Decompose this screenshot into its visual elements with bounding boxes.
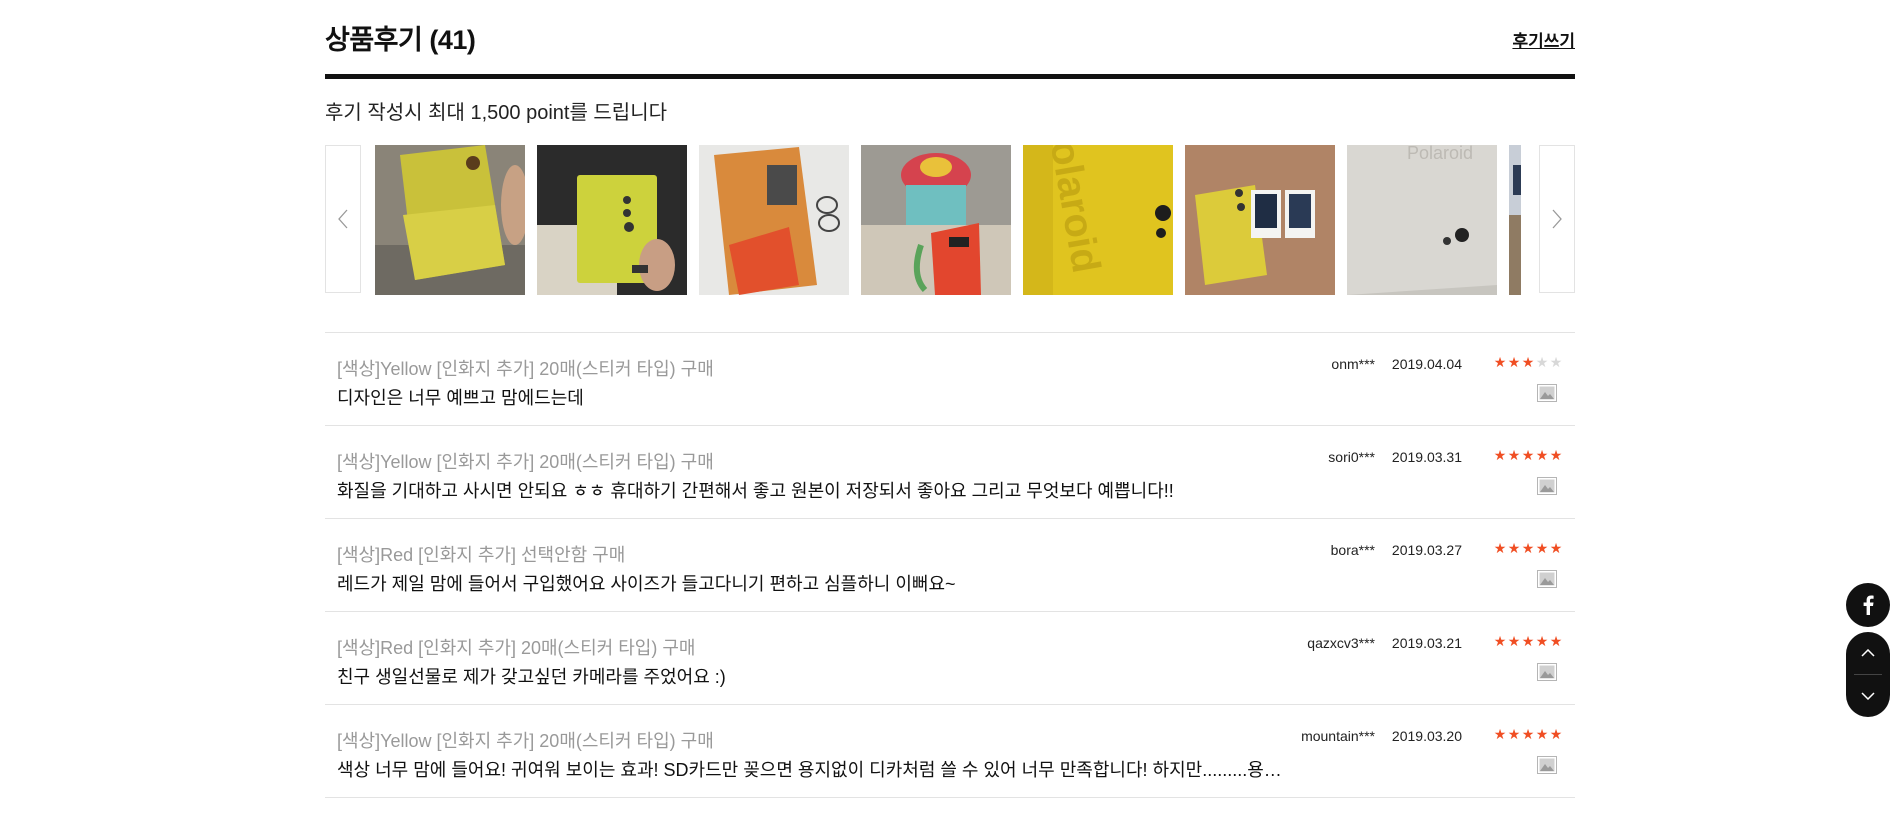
star-filled-icon: ★ — [1521, 540, 1535, 556]
star-filled-icon: ★ — [1521, 447, 1535, 463]
review-date: 2019.03.27 — [1391, 542, 1462, 558]
review-rating: ★★★★★ — [1493, 354, 1563, 370]
gallery-prev-button[interactable] — [325, 145, 361, 293]
photo-attached-icon — [1537, 663, 1557, 681]
review-row[interactable]: [색상]Yellow [인화지 추가] 20매(스티커 타입) 구매디자인은 너… — [325, 333, 1575, 426]
write-review-link[interactable]: 후기쓰기 — [1512, 27, 1575, 52]
star-filled-icon: ★ — [1549, 633, 1563, 649]
gallery-thumbnails: Polaroid Polaroid — [375, 145, 1521, 295]
review-title: 상품후기 (41) — [325, 25, 476, 55]
review-text: 친구 생일선물로 제가 갖고싶던 카메라를 주었어요 :) — [337, 667, 726, 687]
gallery-next-button[interactable] — [1539, 145, 1575, 293]
review-author: qazxcv3*** — [1307, 635, 1375, 651]
review-author: mountain*** — [1301, 728, 1375, 744]
review-list: [색상]Yellow [인화지 추가] 20매(스티커 타입) 구매디자인은 너… — [325, 332, 1575, 798]
review-rating: ★★★★★ — [1493, 447, 1563, 463]
review-section: 상품후기 (41) 후기쓰기 후기 작성시 최대 1,500 point를 드립… — [325, 0, 1575, 295]
review-option: [색상]Yellow [인화지 추가] 20매(스티커 타입) 구매 — [337, 731, 714, 751]
review-row[interactable]: [색상]Red [인화지 추가] 선택안함 구매레드가 제일 맘에 들어서 구입… — [325, 519, 1575, 612]
star-filled-icon: ★ — [1493, 633, 1507, 649]
photo-attached-icon — [1537, 570, 1557, 588]
star-filled-icon: ★ — [1535, 540, 1549, 556]
review-row[interactable]: [색상]Yellow [인화지 추가] 20매(스티커 타입) 구매화질을 기대… — [325, 426, 1575, 519]
facebook-icon — [1863, 595, 1874, 615]
review-rating: ★★★★★ — [1493, 540, 1563, 556]
review-text: 디자인은 너무 예쁘고 맘에드는데 — [337, 388, 584, 408]
scroll-bottom-button[interactable] — [1846, 675, 1890, 717]
star-filled-icon: ★ — [1521, 726, 1535, 742]
photo-gallery: Polaroid Polaroid — [325, 145, 1575, 295]
chevron-up-icon — [1861, 649, 1875, 657]
star-filled-icon: ★ — [1507, 726, 1521, 742]
review-header: 상품후기 (41) 후기쓰기 — [325, 0, 1575, 79]
star-filled-icon: ★ — [1549, 447, 1563, 463]
facebook-share-button[interactable] — [1846, 583, 1890, 627]
star-filled-icon: ★ — [1507, 354, 1521, 370]
review-text: 화질을 기대하고 사시면 안되요 ㅎㅎ 휴대하기 간편해서 좋고 원본이 저장되… — [337, 481, 1174, 501]
review-photo-thumbnail[interactable] — [537, 145, 687, 295]
star-filled-icon: ★ — [1493, 726, 1507, 742]
star-filled-icon: ★ — [1507, 633, 1521, 649]
review-photo-thumbnail[interactable] — [861, 145, 1011, 295]
review-option: [색상]Yellow [인화지 추가] 20매(스티커 타입) 구매 — [337, 359, 714, 379]
star-filled-icon: ★ — [1521, 354, 1535, 370]
star-empty-icon: ★ — [1549, 354, 1563, 370]
star-filled-icon: ★ — [1507, 540, 1521, 556]
review-date: 2019.03.31 — [1391, 449, 1462, 465]
review-option: [색상]Red [인화지 추가] 선택안함 구매 — [337, 545, 626, 565]
star-filled-icon: ★ — [1535, 726, 1549, 742]
star-filled-icon: ★ — [1493, 447, 1507, 463]
star-filled-icon: ★ — [1493, 354, 1507, 370]
review-row[interactable]: [색상]Red [인화지 추가] 20매(스티커 타입) 구매친구 생일선물로 … — [325, 612, 1575, 705]
star-empty-icon: ★ — [1535, 354, 1549, 370]
chevron-right-icon — [1552, 209, 1562, 229]
review-text: 색상 너무 맘에 들어요! 귀여워 보이는 효과! SD카드만 꽂으면 용지없이… — [337, 760, 1297, 780]
photo-attached-icon — [1537, 477, 1557, 495]
review-row[interactable]: [색상]Yellow [인화지 추가] 20매(스티커 타입) 구매색상 너무 … — [325, 705, 1575, 798]
scroll-controls — [1846, 632, 1890, 717]
review-rating: ★★★★★ — [1493, 726, 1563, 742]
review-date: 2019.04.04 — [1391, 356, 1462, 372]
star-filled-icon: ★ — [1507, 447, 1521, 463]
chevron-left-icon — [338, 209, 348, 229]
review-date: 2019.03.21 — [1391, 635, 1462, 651]
review-date: 2019.03.20 — [1391, 728, 1462, 744]
svg-text:Polaroid: Polaroid — [1407, 145, 1473, 163]
review-photo-thumbnail[interactable] — [375, 145, 525, 295]
review-option: [색상]Red [인화지 추가] 20매(스티커 타입) 구매 — [337, 638, 696, 658]
review-photo-thumbnail[interactable] — [699, 145, 849, 295]
review-photo-thumbnail[interactable]: Polaroid — [1023, 145, 1173, 295]
review-author: sori0*** — [1328, 449, 1375, 465]
review-photo-thumbnail[interactable] — [1185, 145, 1335, 295]
point-notice: 후기 작성시 최대 1,500 point를 드립니다 — [325, 102, 668, 124]
scroll-top-button[interactable] — [1846, 632, 1890, 674]
review-rating: ★★★★★ — [1493, 633, 1563, 649]
star-filled-icon: ★ — [1521, 633, 1535, 649]
review-photo-thumbnail[interactable] — [1509, 145, 1521, 295]
review-option: [색상]Yellow [인화지 추가] 20매(스티커 타입) 구매 — [337, 452, 714, 472]
review-author: bora*** — [1330, 542, 1375, 558]
review-author: onm*** — [1331, 356, 1375, 372]
photo-attached-icon — [1537, 756, 1557, 774]
star-filled-icon: ★ — [1535, 633, 1549, 649]
star-filled-icon: ★ — [1535, 447, 1549, 463]
review-text: 레드가 제일 맘에 들어서 구입했어요 사이즈가 들고다니기 편하고 심플하니 … — [337, 574, 956, 594]
review-photo-thumbnail[interactable]: Polaroid — [1347, 145, 1497, 295]
chevron-down-icon — [1861, 692, 1875, 700]
star-filled-icon: ★ — [1549, 540, 1563, 556]
photo-attached-icon — [1537, 384, 1557, 402]
star-filled-icon: ★ — [1549, 726, 1563, 742]
star-filled-icon: ★ — [1493, 540, 1507, 556]
